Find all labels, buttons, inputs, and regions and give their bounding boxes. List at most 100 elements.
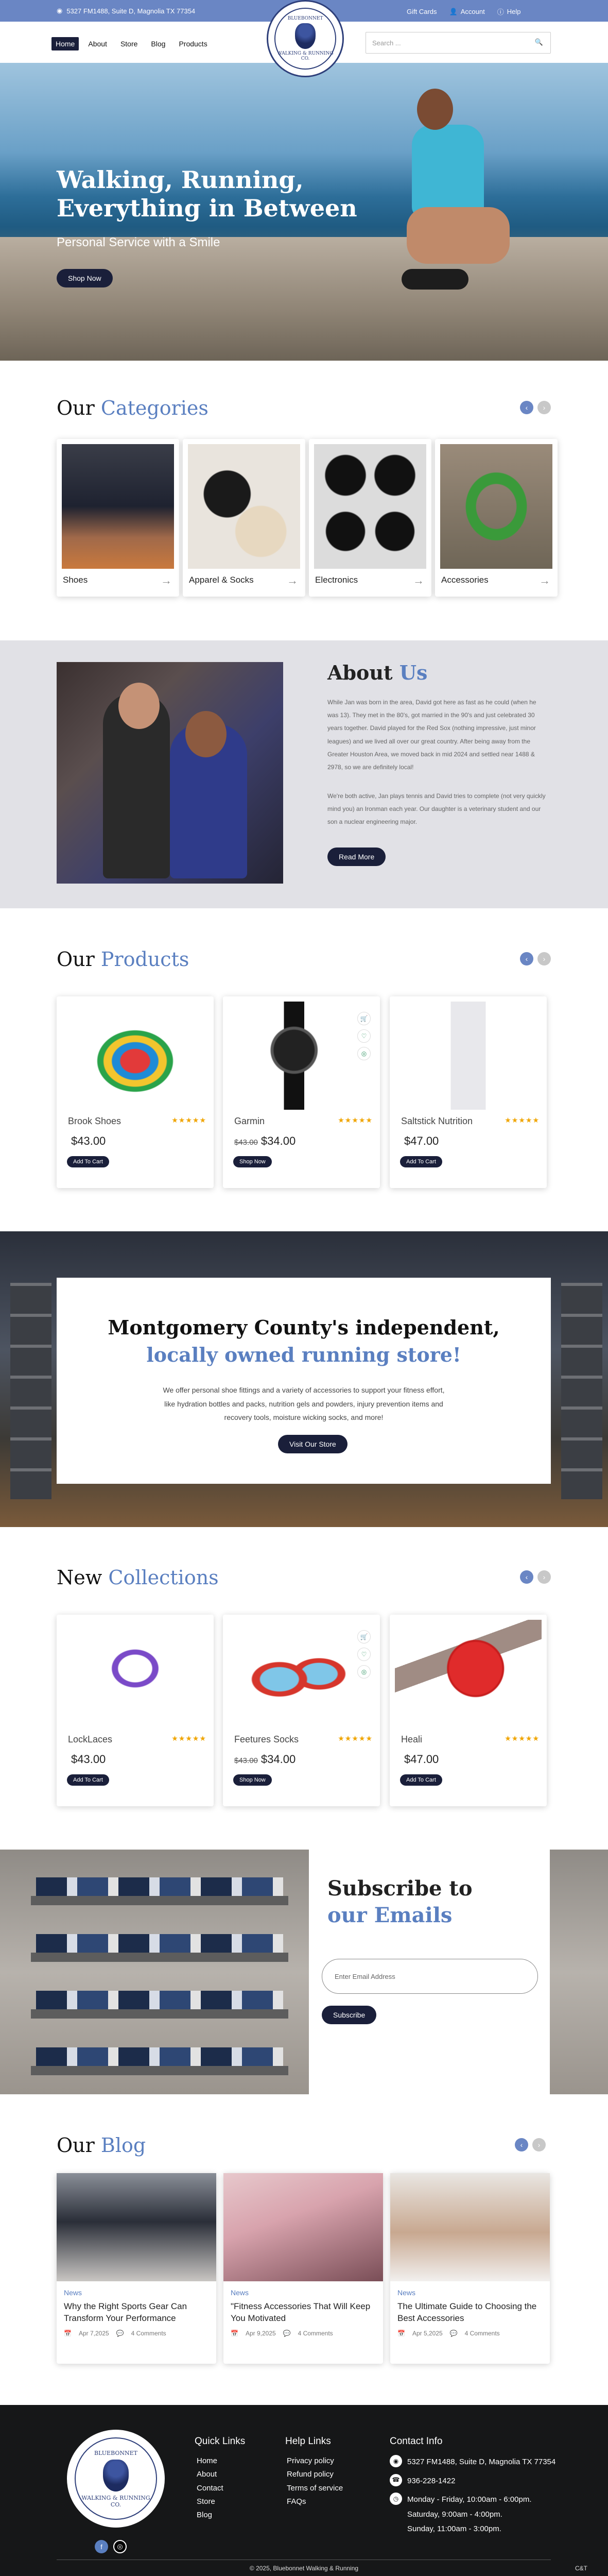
footer-link-contact[interactable]: Contact [197, 2482, 223, 2495]
search-icon[interactable]: 🔍 [535, 38, 543, 46]
read-more-button[interactable]: Read More [327, 848, 386, 866]
nav-blog[interactable]: Blog [147, 37, 169, 50]
eye-icon[interactable]: ◎ [357, 1047, 371, 1060]
blog-title[interactable]: The Ultimate Guide to Choosing the Best … [397, 2301, 544, 2325]
shoe-row [36, 1877, 283, 1896]
comment-icon: 💬 [283, 2330, 291, 2337]
collection-card[interactable]: Heali ★★★★★ $47.00 Add To Cart [390, 1615, 547, 1806]
product-name: Brook Shoes [68, 1116, 121, 1126]
arrow-right-icon[interactable]: → [539, 574, 550, 587]
about-heading: About Us [327, 661, 428, 684]
blog-category[interactable]: News [64, 2289, 82, 2297]
product-card[interactable]: Brook Shoes ★★★★★ $43.00 Add To Cart [57, 996, 214, 1188]
blog-image [390, 2173, 550, 2281]
account-link[interactable]: 👤 Account [449, 8, 485, 16]
category-label: Electronics [315, 575, 358, 585]
nav-about[interactable]: About [84, 37, 111, 50]
blog-post-card[interactable]: News Why the Right Sports Gear Can Trans… [57, 2173, 216, 2364]
calendar-icon: 📅 [231, 2330, 238, 2337]
heart-icon[interactable]: ♡ [357, 1029, 371, 1043]
product-card[interactable]: 🛒 ♡ ◎ Garmin ★★★★★ $43.00 $34.00 Shop Now [223, 996, 380, 1188]
rating-stars: ★★★★★ [505, 1116, 540, 1124]
cart-icon[interactable]: 🛒 [357, 1012, 371, 1025]
store-shelf [10, 1283, 51, 1499]
blog-category[interactable]: News [397, 2289, 415, 2297]
gift-cards-link[interactable]: Gift Cards [407, 8, 437, 15]
footer-link-about[interactable]: About [197, 2468, 223, 2481]
rating-stars: ★★★★★ [338, 1116, 373, 1124]
search-input[interactable]: Search ... 🔍 [366, 32, 551, 54]
logo-line1: BLUEBONNET [94, 2449, 137, 2456]
hero-subtitle: Personal Service with a Smile [57, 235, 220, 249]
footer-link-refund[interactable]: Refund policy [287, 2468, 343, 2481]
footer-link-terms[interactable]: Terms of service [287, 2482, 343, 2495]
footer-link-home[interactable]: Home [197, 2454, 223, 2468]
eye-icon[interactable]: ◎ [357, 1665, 371, 1679]
category-card-accessories[interactable]: Accessories → [435, 439, 558, 597]
next-arrow-icon[interactable]: › [537, 952, 551, 965]
comment-icon: 💬 [449, 2330, 458, 2337]
phone-icon: ☎ [390, 2473, 402, 2486]
shop-now-button[interactable]: Shop Now [57, 269, 113, 287]
logo-emblem: BLUEBONNET WALKING & RUNNING CO. [75, 2437, 157, 2520]
footer-phone[interactable]: 936-228-1422 [407, 2474, 455, 2489]
footer-link-faqs[interactable]: FAQs [287, 2495, 343, 2509]
footer-link-store[interactable]: Store [197, 2495, 223, 2509]
blog-post-card[interactable]: News "Fitness Accessories That Will Keep… [223, 2173, 383, 2364]
nav-home[interactable]: Home [51, 37, 79, 50]
footer-link-blog[interactable]: Blog [197, 2509, 223, 2522]
category-card-electronics[interactable]: Electronics → [309, 439, 431, 597]
product-card[interactable]: Saltstick Nutrition ★★★★★ $47.00 Add To … [390, 996, 547, 1188]
arrow-right-icon[interactable]: → [161, 574, 172, 587]
category-card-apparel[interactable]: Apparel & Socks → [183, 439, 305, 597]
logo-line1: BLUEBONNET [287, 16, 323, 21]
collection-card[interactable]: 🛒 ♡ ◎ Feetures Socks ★★★★★ $43.00 $34.00 … [223, 1615, 380, 1806]
nav-products[interactable]: Products [175, 37, 211, 50]
visit-store-button[interactable]: Visit Our Store [278, 1435, 348, 1453]
nav-store[interactable]: Store [116, 37, 142, 50]
collection-card[interactable]: LockLaces ★★★★★ $43.00 Add To Cart [57, 1615, 214, 1806]
copyright: © 2025, Bluebonnet Walking & Running [249, 2565, 359, 2572]
prev-arrow-icon[interactable]: ‹ [520, 952, 533, 965]
subscribe-button[interactable]: Subscribe [322, 2006, 377, 2024]
footer-logo[interactable]: BLUEBONNET WALKING & RUNNING CO. [67, 2430, 165, 2528]
facebook-icon[interactable]: f [95, 2540, 108, 2553]
next-arrow-icon[interactable]: › [537, 1570, 551, 1584]
help-link[interactable]: ⓘ Help [497, 7, 521, 16]
blog-category[interactable]: News [231, 2289, 249, 2297]
blog-title[interactable]: Why the Right Sports Gear Can Transform … [64, 2301, 211, 2325]
prev-arrow-icon[interactable]: ‹ [520, 1570, 533, 1584]
add-to-cart-button[interactable]: Add To Cart [400, 1774, 442, 1786]
blog-title[interactable]: "Fitness Accessories That Will Keep You … [231, 2301, 377, 2325]
next-arrow-icon[interactable]: › [532, 2138, 546, 2151]
category-card-shoes[interactable]: Shoes → [57, 439, 179, 597]
arrow-right-icon[interactable]: → [287, 574, 298, 587]
arrow-right-icon[interactable]: → [413, 574, 424, 587]
products-heading: Our Products [57, 948, 189, 971]
email-field[interactable]: Enter Email Address [322, 1959, 538, 1994]
about-paragraph-1: While Jan was born in the area, David go… [327, 699, 536, 771]
about-photo [57, 662, 283, 884]
footer-link-privacy[interactable]: Privacy policy [287, 2454, 343, 2468]
heart-icon[interactable]: ♡ [357, 1648, 371, 1661]
site-logo[interactable]: BLUEBONNET WALKING & RUNNING CO. [267, 0, 344, 77]
instagram-icon[interactable]: ◎ [113, 2540, 127, 2553]
product-price: $43.00 [71, 1753, 106, 1766]
add-to-cart-button[interactable]: Add To Cart [67, 1156, 109, 1167]
add-to-cart-button[interactable]: Add To Cart [400, 1156, 442, 1167]
collections-heading: New Collections [57, 1566, 219, 1589]
help-links-title: Help Links [285, 2436, 331, 2447]
blog-post-card[interactable]: News The Ultimate Guide to Choosing the … [390, 2173, 550, 2364]
garmin-watch-image [228, 1002, 375, 1110]
cart-icon[interactable]: 🛒 [357, 1630, 371, 1643]
socks-image [188, 444, 300, 569]
shop-now-button[interactable]: Shop Now [233, 1774, 272, 1786]
shop-now-button[interactable]: Shop Now [233, 1156, 272, 1167]
add-to-cart-button[interactable]: Add To Cart [67, 1774, 109, 1786]
category-label: Shoes [63, 575, 88, 585]
prev-arrow-icon[interactable]: ‹ [520, 401, 533, 414]
next-arrow-icon[interactable]: › [537, 401, 551, 414]
product-name: Feetures Socks [234, 1734, 299, 1744]
comment-icon: 💬 [116, 2330, 124, 2337]
prev-arrow-icon[interactable]: ‹ [515, 2138, 528, 2151]
